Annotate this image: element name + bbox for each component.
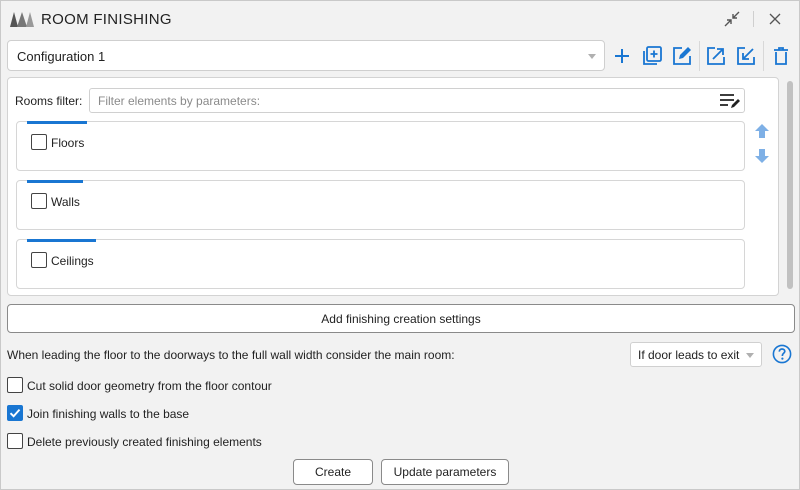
category-card-walls: Walls [16,180,745,230]
export-icon [707,47,725,65]
rooms-filter-label: Rooms filter: [15,94,83,108]
doorway-setting-label: When leading the floor to the doorways t… [7,348,455,362]
update-parameters-button[interactable]: Update parameters [381,459,509,485]
duplicate-configuration-button[interactable] [639,43,665,69]
delete-previous-checkbox[interactable] [7,433,23,449]
option-label: Cut solid door geometry from the floor c… [27,379,272,393]
doorway-mode-select[interactable]: If door leads to exit [630,342,762,367]
edit-configuration-button[interactable] [669,43,695,69]
arrow-up-icon [755,124,769,138]
card-accent [27,180,83,183]
chevron-down-icon [746,353,754,358]
add-configuration-button[interactable] [609,43,635,69]
add-finishing-settings-button[interactable]: Add finishing creation settings [7,304,795,333]
titlebar-divider [753,11,754,27]
window-title: ROOM FINISHING [41,11,172,28]
panel-scrollbar[interactable] [787,81,793,289]
floors-checkbox[interactable] [31,134,47,150]
ceilings-checkbox[interactable] [31,252,47,268]
card-accent [27,239,96,242]
delete-configuration-button[interactable] [768,43,794,69]
title-bar: ROOM FINISHING [1,1,799,37]
import-icon [737,47,755,65]
toolbar-divider [699,41,700,71]
arrow-down-icon [755,149,769,163]
doorway-mode-value: If door leads to exit [638,348,740,362]
chevron-down-icon [588,54,596,59]
add-icon [615,49,629,63]
option-label: Join finishing walls to the base [27,407,190,421]
option-label: Delete previously created finishing elem… [27,435,262,449]
category-label: Walls [51,195,80,209]
walls-checkbox[interactable] [31,193,47,209]
room-finishing-window: ROOM FINISHING Configuration 1 Rooms fil… [0,0,800,490]
move-down-button[interactable] [753,147,771,165]
category-label: Floors [51,136,85,150]
brand-logo-icon [10,12,34,27]
rooms-filter-field[interactable] [89,88,745,113]
duplicate-icon [643,46,662,65]
card-accent [27,121,87,124]
delete-icon [774,47,788,65]
export-configuration-button[interactable] [703,43,729,69]
toolbar-divider [763,41,764,71]
filter-edit-icon[interactable] [719,92,741,110]
move-up-button[interactable] [753,122,771,140]
rooms-filter-input[interactable] [96,92,696,109]
join-walls-checkbox[interactable] [7,405,23,421]
create-button[interactable]: Create [293,459,373,485]
collapse-icon[interactable] [721,9,743,29]
help-icon[interactable] [772,344,792,364]
check-icon [9,408,21,418]
configuration-selected-value: Configuration 1 [17,49,106,64]
edit-icon [673,47,691,65]
category-card-ceilings: Ceilings [16,239,745,289]
category-card-floors: Floors [16,121,745,171]
import-configuration-button[interactable] [733,43,759,69]
cut-door-geometry-checkbox[interactable] [7,377,23,393]
configuration-select[interactable]: Configuration 1 [7,40,605,71]
close-icon[interactable] [764,9,786,29]
category-label: Ceilings [51,254,94,268]
